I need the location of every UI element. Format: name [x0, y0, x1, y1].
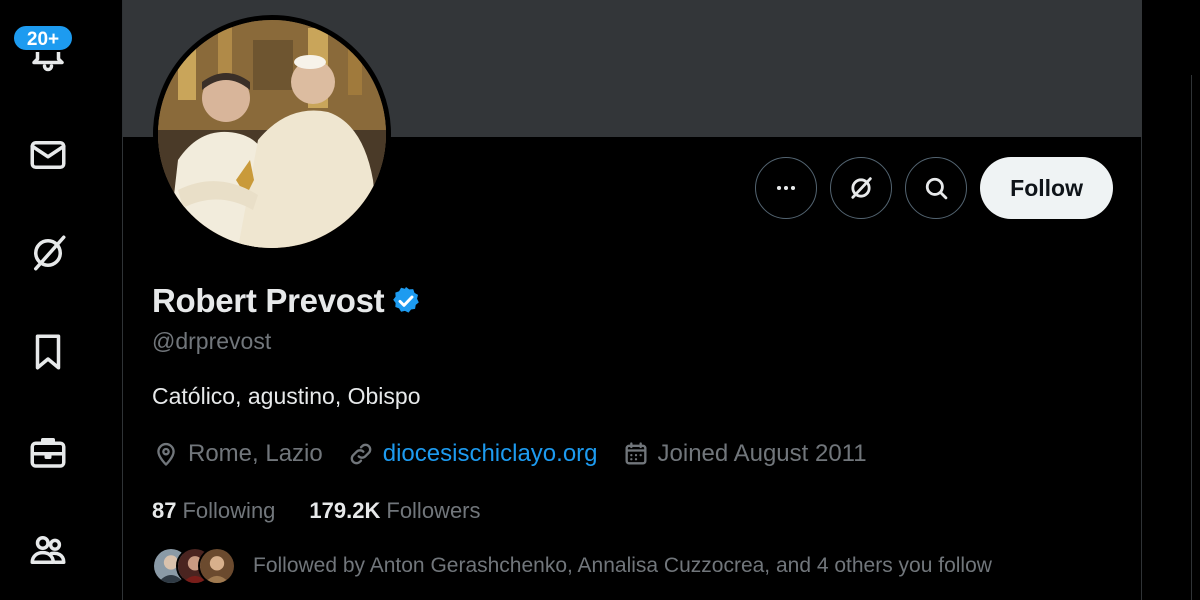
grok-button[interactable] [830, 157, 893, 219]
display-name: Robert Prevost [152, 282, 385, 319]
mail-icon [30, 141, 66, 169]
followers-label: Followers [386, 498, 481, 523]
profile-handle: @drprevost [152, 328, 272, 354]
avatar-photo [158, 20, 386, 248]
name-row: Robert Prevost [152, 282, 422, 320]
grok-nav-button[interactable] [22, 227, 74, 279]
follower-avatar [198, 547, 236, 585]
profile-stats: 87 Following 179.2K Followers [152, 498, 481, 524]
following-stat[interactable]: 87 Following [152, 498, 275, 524]
bookmarks-nav-button[interactable] [22, 326, 74, 378]
joined-text: Joined August 2011 [657, 440, 867, 467]
following-label: Following [182, 498, 276, 523]
profile-actions: Follow [755, 157, 1113, 219]
bookmark-icon [35, 334, 61, 370]
right-column-edge [1143, 0, 1200, 600]
notifications-badge: 20+ [12, 24, 74, 52]
profile-bio: Católico, agustino, Obispo [152, 383, 421, 409]
website-item[interactable]: diocesischiclayo.org [347, 440, 598, 468]
grok-icon [34, 235, 66, 271]
location-item: Rome, Lazio [152, 440, 323, 468]
follow-button[interactable]: Follow [980, 157, 1113, 219]
following-count: 87 [152, 498, 177, 523]
followed-by-row[interactable]: Followed by Anton Gerashchenko, Annalisa… [152, 546, 992, 586]
verified-badge-icon[interactable] [390, 285, 422, 317]
location-text: Rome, Lazio [188, 440, 323, 467]
followers-stat[interactable]: 179.2K Followers [309, 498, 480, 524]
profile-main: Follow Robert Prevost @drprevost Católic… [123, 0, 1142, 600]
grok-icon [851, 177, 872, 199]
calendar-icon [625, 442, 647, 465]
more-icon [777, 185, 796, 191]
follower-avatars [152, 546, 238, 586]
right-column-divider [1191, 75, 1200, 600]
jobs-nav-button[interactable] [22, 426, 74, 478]
communities-nav-button[interactable] [22, 524, 74, 576]
search-button[interactable] [905, 157, 968, 219]
link-icon [350, 443, 372, 465]
website-link[interactable]: diocesischiclayo.org [383, 440, 598, 468]
more-button[interactable] [755, 157, 818, 219]
profile-meta: Rome, Lazio diocesischiclayo.org Joined … [152, 440, 891, 468]
followed-by-text: Followed by Anton Gerashchenko, Annalisa… [253, 554, 992, 577]
search-icon [926, 177, 948, 200]
communities-icon [30, 536, 66, 564]
joined-item: Joined August 2011 [622, 440, 867, 468]
followers-count: 179.2K [309, 498, 381, 523]
profile-avatar[interactable] [153, 15, 391, 253]
messages-nav-button[interactable] [22, 129, 74, 181]
briefcase-icon [30, 438, 66, 468]
location-pin-icon [157, 442, 175, 466]
left-nav: 20+ [0, 0, 123, 600]
